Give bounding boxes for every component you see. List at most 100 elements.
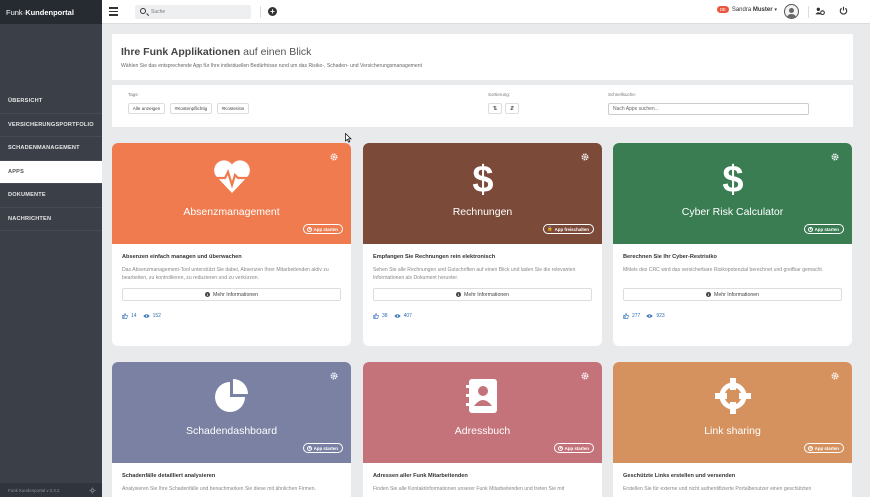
- more-info-button[interactable]: i Mehr Informationen: [122, 288, 341, 301]
- add-icon[interactable]: +: [268, 7, 277, 16]
- card-title: Cyber Risk Calculator: [681, 206, 784, 218]
- page-title: Ihre Funk Applikationen auf einen Blick: [121, 46, 312, 58]
- info-icon: i: [456, 292, 461, 297]
- user-menu[interactable]: DE Sandra Muster ▾: [717, 6, 777, 13]
- card-body: Schadenfälle detailliert analysieren Ana…: [112, 463, 351, 497]
- search-box: [135, 5, 251, 19]
- sidebar-item-apps[interactable]: APPS: [0, 160, 102, 184]
- address-book-icon: [465, 379, 497, 413]
- likes-count: 14: [131, 313, 137, 319]
- views-count: 152: [152, 313, 161, 319]
- brand-light: Funk: [6, 7, 23, 17]
- version-text: Funk Kundenportal v 2.3.2: [8, 487, 60, 493]
- card-title: Rechnungen: [452, 206, 513, 218]
- app-start-button[interactable]: App starten: [302, 224, 343, 234]
- card-stats: 14 152: [122, 313, 341, 319]
- sidebar-item-dokumente[interactable]: DOKUMENTE: [0, 184, 102, 208]
- page-header: Ihre Funk Applikationen auf einen Blick …: [112, 34, 853, 80]
- gear-icon[interactable]: [581, 372, 589, 380]
- sidebar-nav: ÜBERSICHT VERSICHERUNGSPORTFOLIO SCHADEN…: [0, 90, 102, 231]
- tag-all[interactable]: Alle anzeigen: [128, 103, 165, 114]
- avatar[interactable]: [784, 4, 799, 19]
- pie-chart-icon: [214, 379, 248, 412]
- play-icon: [807, 445, 813, 451]
- dollar-icon: $: [722, 159, 743, 197]
- card-banner: Schadendashboard App starten: [112, 362, 351, 463]
- card-title: Link sharing: [704, 425, 761, 437]
- gear-icon[interactable]: [831, 372, 839, 380]
- app-card-schadendashboard: Schadendashboard App starten Schadenfäll…: [112, 362, 351, 497]
- play-icon: [557, 445, 563, 451]
- gear-icon[interactable]: [581, 153, 589, 161]
- eye-icon: [393, 314, 401, 318]
- eye-icon: [142, 314, 150, 318]
- power-icon[interactable]: [837, 6, 849, 18]
- card-heading: Schadenfälle detailliert analysieren: [122, 473, 216, 479]
- language-badge: DE: [717, 6, 729, 13]
- cursor-icon: [345, 133, 352, 143]
- card-banner: Link sharing App starten: [613, 362, 852, 463]
- brand-logo[interactable]: Funk · Kundenportal: [0, 0, 102, 24]
- sun-icon[interactable]: [89, 486, 96, 494]
- app-card-link-sharing: Link sharing App starten Geschützte Link…: [613, 362, 852, 497]
- dollar-icon: $: [472, 159, 493, 197]
- views-count: 407: [403, 313, 412, 319]
- sidebar-footer: Funk Kundenportal v 2.3.2: [0, 483, 102, 497]
- search-icon: [140, 8, 146, 14]
- likes-count: 277: [632, 313, 641, 319]
- thumbs-up-icon[interactable]: [122, 313, 128, 319]
- quick-search-input[interactable]: [608, 103, 809, 115]
- tag-kostenlos[interactable]: #Kostenlos: [217, 103, 249, 114]
- app-unlock-button[interactable]: 🔒 App freischalten: [542, 224, 594, 234]
- card-heading: Berechnen Sie Ihr Cyber-Restrisiko: [623, 254, 717, 260]
- play-icon: [306, 445, 312, 451]
- app-start-button[interactable]: App starten: [302, 443, 343, 453]
- info-icon: i: [706, 292, 711, 297]
- views-count: 923: [656, 313, 665, 319]
- sidebar-item-versicherungsportfolio[interactable]: VERSICHERUNGSPORTFOLIO: [0, 114, 102, 137]
- sidebar-item-uebersicht[interactable]: ÜBERSICHT: [0, 90, 102, 114]
- sort-asc-button[interactable]: ⇅: [488, 103, 502, 114]
- card-banner: $ Rechnungen 🔒 App freischalten: [363, 143, 602, 244]
- settings-users-icon[interactable]: [814, 6, 826, 18]
- thumbs-up-icon[interactable]: [373, 313, 379, 319]
- card-heading: Empfangen Sie Rechnungen rein elektronis…: [373, 254, 496, 260]
- svg-text:$: $: [722, 159, 743, 197]
- tag-kostenpflichtig[interactable]: #Kostenpflichtig: [170, 103, 212, 114]
- card-description: Das Absenzmanagement-Tool unterstützt Si…: [122, 267, 329, 281]
- sidebar-item-schadenmanagement[interactable]: SCHADENMANAGEMENT: [0, 137, 102, 161]
- app-card-rechnungen: $ Rechnungen 🔒 App freischalten Empfangen…: [363, 143, 602, 346]
- gear-icon[interactable]: [330, 153, 338, 161]
- card-description: Erstellen Sie für externe und nicht auth…: [623, 486, 812, 492]
- card-description: Analysieren Sie Ihre Schadenfälle und be…: [122, 486, 316, 492]
- sidebar-item-nachrichten[interactable]: NACHRICHTEN: [0, 208, 102, 231]
- search-input[interactable]: [151, 7, 246, 17]
- tags-label: Tags:: [128, 92, 139, 97]
- sort-desc-button[interactable]: ⇵: [505, 103, 519, 114]
- card-body: Berechnen Sie Ihr Cyber-Restrisiko Mitte…: [613, 244, 852, 327]
- more-info-button[interactable]: i Mehr Informationen: [623, 288, 842, 301]
- filter-bar: Tags: Alle anzeigen #Kostenpflichtig #Ko…: [112, 85, 853, 127]
- card-banner: Absenzmanagement App starten: [112, 143, 351, 244]
- gear-icon[interactable]: [330, 372, 338, 380]
- gear-icon[interactable]: [831, 153, 839, 161]
- lock-icon: 🔒: [546, 226, 553, 231]
- app-start-button[interactable]: App starten: [803, 443, 844, 453]
- play-icon: [306, 226, 312, 232]
- app-card-adressbuch: Adressbuch App starten Adressen aller Fu…: [363, 362, 602, 497]
- thumbs-up-icon[interactable]: [623, 313, 629, 319]
- sort-label: Sortierung:: [488, 92, 511, 97]
- app-start-button[interactable]: App starten: [803, 224, 844, 234]
- divider: [260, 6, 261, 18]
- app-start-button[interactable]: App starten: [553, 443, 594, 453]
- chevron-down-icon: ▾: [774, 6, 778, 13]
- quick-search-label: Schnellsuche:: [608, 92, 637, 97]
- menu-icon[interactable]: [109, 7, 118, 16]
- more-info-button[interactable]: i Mehr Informationen: [373, 288, 592, 301]
- topbar: + DE Sandra Muster ▾: [102, 0, 870, 24]
- card-body: Geschützte Links erstellen und versenden…: [613, 463, 852, 497]
- info-icon: i: [205, 292, 210, 297]
- card-stats: 38 407: [373, 313, 592, 319]
- card-body: Adressen aller Funk Mitarbeitenden Finde…: [363, 463, 602, 497]
- crosshair-icon: [714, 378, 751, 414]
